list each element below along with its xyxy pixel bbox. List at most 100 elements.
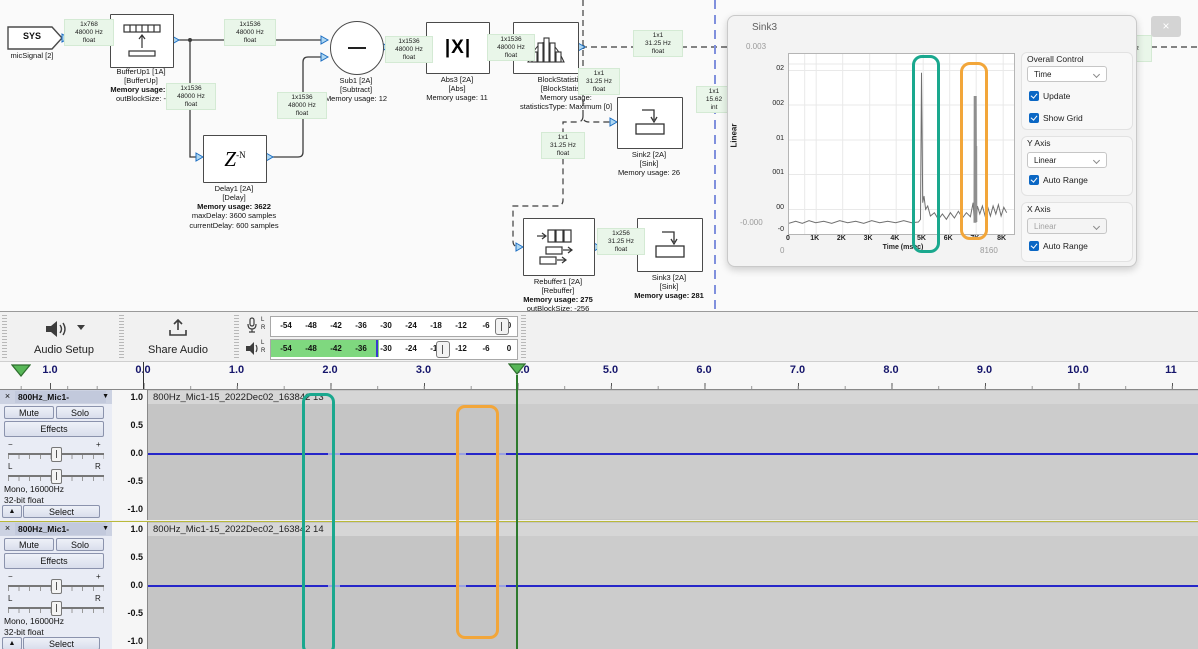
signal-label: 1x153648000 Hzfloat bbox=[166, 83, 216, 110]
edit-cursor-tick bbox=[143, 362, 144, 389]
effects-button[interactable]: Effects bbox=[4, 421, 104, 437]
y-scale-dropdown[interactable]: Linear bbox=[1027, 152, 1107, 168]
checkbox-checked[interactable] bbox=[1029, 113, 1039, 123]
meter-channel-labels: LR bbox=[261, 339, 265, 356]
close-button[interactable]: × bbox=[1151, 16, 1181, 37]
checkbox-checked[interactable] bbox=[1029, 91, 1039, 101]
pan-right-label: R bbox=[95, 462, 101, 471]
gain-plus-label: + bbox=[96, 572, 101, 581]
signal-label: 1x131.25 Hzfloat bbox=[633, 30, 683, 57]
block-bufferup1[interactable] bbox=[110, 14, 174, 68]
track-format-info: Mono, 16000Hz32-bit float bbox=[4, 616, 64, 637]
track-menu-caret[interactable]: ▼ bbox=[102, 523, 109, 535]
signal-label: 1x153648000 Hzfloat bbox=[487, 34, 535, 61]
y-tick: 01 bbox=[762, 135, 784, 142]
block-abs3[interactable]: |X| bbox=[426, 22, 490, 74]
microphone-icon bbox=[245, 317, 259, 334]
clip-after-playhead bbox=[517, 536, 1198, 649]
track1-vertical-ruler[interactable]: 1.0 0.5 0.0 -0.5 -1.0 bbox=[112, 390, 148, 520]
playback-speaker-icon bbox=[244, 341, 259, 356]
pan-slider[interactable] bbox=[51, 601, 62, 616]
update-checkbox[interactable]: Update bbox=[1029, 90, 1070, 102]
x-tick: 8K bbox=[990, 235, 1014, 242]
track-menu-caret[interactable]: ▼ bbox=[102, 391, 109, 403]
pan-slider[interactable] bbox=[51, 469, 62, 484]
recording-meter[interactable]: -54 -48 -42 -36 -30 -24 -18 -12 -6 0 bbox=[270, 316, 518, 337]
track-name[interactable]: 800Hz_Mic1- bbox=[15, 391, 106, 403]
abs-icon: |X| bbox=[445, 37, 471, 59]
share-audio-button[interactable]: Share Audio bbox=[126, 314, 230, 360]
checkbox-checked[interactable] bbox=[1029, 241, 1039, 251]
y-auto-range-checkbox[interactable]: Auto Range bbox=[1029, 174, 1088, 186]
toolbar-grip[interactable] bbox=[234, 315, 239, 359]
x-tick: 4K bbox=[883, 235, 907, 242]
timeline-pin-icon[interactable] bbox=[11, 364, 31, 377]
x-scale-dropdown-disabled: Linear bbox=[1027, 218, 1107, 234]
select-button[interactable]: Select bbox=[23, 637, 100, 649]
signal-label: 1x25631.25 Hzfloat bbox=[597, 228, 645, 255]
gain-slider[interactable] bbox=[51, 579, 62, 594]
track-close-button[interactable]: × bbox=[2, 391, 13, 402]
block-delay1-caption: Delay1 [2A] [Delay] Memory usage: 3622 m… bbox=[174, 184, 294, 230]
screenshot-root: SYS micSignal [2] BufferUp1 [1A] [Buffer… bbox=[0, 0, 1198, 649]
audio-track-2: 800Hz_Mic1-15_2022Dec02_163842 14 × 800H… bbox=[0, 521, 1198, 649]
signal-label: 1x131.25 Hzfloat bbox=[541, 132, 585, 159]
overall-control-title: Overall Control bbox=[1027, 54, 1084, 64]
y-tick: 02 bbox=[762, 65, 784, 72]
y-tick: -0 bbox=[762, 226, 784, 233]
domain-dropdown[interactable]: Time bbox=[1027, 66, 1107, 82]
y-tick: 002 bbox=[762, 100, 784, 107]
effects-button[interactable]: Effects bbox=[4, 553, 104, 569]
audio-setup-button[interactable]: Audio Setup bbox=[12, 314, 116, 360]
speaker-icon bbox=[43, 319, 69, 339]
meter-channel-labels: LR bbox=[261, 316, 265, 333]
track-title-bar[interactable]: × 800Hz_Mic1- ▼ bbox=[0, 522, 112, 536]
delay-icon: Z-N bbox=[224, 147, 245, 172]
x-range-end: 8160 bbox=[980, 246, 998, 255]
x-tick: 3K bbox=[856, 235, 880, 242]
toolbar-grip[interactable] bbox=[119, 315, 124, 359]
x-auto-range-checkbox[interactable]: Auto Range bbox=[1029, 240, 1088, 252]
toolbar-grip[interactable] bbox=[521, 315, 526, 359]
block-sink3[interactable] bbox=[637, 218, 703, 272]
gain-plus-label: + bbox=[96, 440, 101, 449]
share-upload-icon bbox=[167, 318, 189, 338]
x-range-start: 0 bbox=[780, 246, 784, 255]
solo-button[interactable]: Solo bbox=[56, 538, 104, 551]
collapse-button[interactable]: ▲ bbox=[2, 637, 22, 649]
track1-control-panel: × 800Hz_Mic1- ▼ Mute Solo Effects − + L … bbox=[0, 390, 113, 520]
subtract-icon bbox=[347, 46, 367, 50]
block-delay1[interactable]: Z-N bbox=[203, 135, 267, 183]
playhead-triangle-icon[interactable] bbox=[508, 363, 526, 375]
collapse-button[interactable]: ▲ bbox=[2, 505, 22, 518]
show-grid-checkbox[interactable]: Show Grid bbox=[1029, 112, 1083, 124]
block-sink2[interactable] bbox=[617, 97, 683, 149]
mute-button[interactable]: Mute bbox=[4, 538, 54, 551]
track-title-bar[interactable]: × 800Hz_Mic1- ▼ bbox=[0, 390, 112, 404]
block-sub1[interactable] bbox=[330, 21, 384, 75]
y-tick: 00 bbox=[762, 204, 784, 211]
checkbox-checked[interactable] bbox=[1029, 175, 1039, 185]
playback-meter[interactable]: -54 -48 -42 -36 -30 -24 -18 -12 -6 0 bbox=[270, 339, 518, 360]
playback-level-slider[interactable] bbox=[436, 341, 450, 358]
block-rebuffer1[interactable] bbox=[523, 218, 595, 276]
recording-level-slider[interactable] bbox=[495, 318, 509, 335]
track2-vertical-ruler[interactable]: 1.0 0.5 0.0 -0.5 -1.0 bbox=[112, 522, 148, 649]
playback-cursor-line bbox=[516, 375, 518, 649]
toolbar-grip[interactable] bbox=[2, 315, 7, 359]
block-sink3-caption: Sink3 [2A] [Sink] Memory usage: 281 bbox=[609, 273, 729, 300]
select-button[interactable]: Select bbox=[23, 505, 100, 518]
gain-slider[interactable] bbox=[51, 447, 62, 462]
clip-after-playhead bbox=[517, 404, 1198, 519]
timeline-ruler[interactable]: 1.0 0.0 1.0 2.0 3.0 4.0 5.0 6.0 7.0 8.0 … bbox=[0, 362, 1198, 391]
dropdown-caret-icon bbox=[77, 325, 85, 331]
x-axis-title: Time (msec) bbox=[838, 244, 968, 251]
solo-button[interactable]: Solo bbox=[56, 406, 104, 419]
sys-input-label[interactable]: SYS bbox=[10, 31, 54, 41]
track-close-button[interactable]: × bbox=[2, 523, 13, 534]
mute-button[interactable]: Mute bbox=[4, 406, 54, 419]
x-tick: 2K bbox=[829, 235, 853, 242]
rebuffer-icon bbox=[534, 227, 584, 267]
track-name[interactable]: 800Hz_Mic1- bbox=[15, 523, 106, 535]
track-format-info: Mono, 16000Hz32-bit float bbox=[4, 484, 64, 505]
